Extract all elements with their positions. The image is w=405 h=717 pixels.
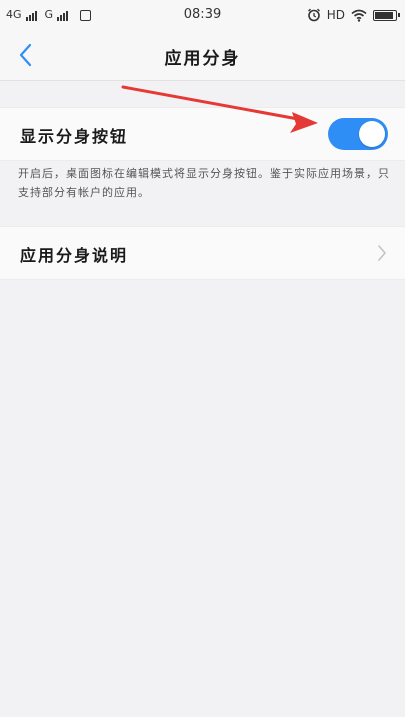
status-bar: 4G G 08:39 HD: [0, 0, 405, 30]
status-right: HD: [307, 7, 400, 23]
alarm-icon: [307, 8, 320, 22]
chevron-right-icon: [378, 245, 386, 261]
title-bar: 应用分身: [0, 30, 405, 81]
show-clone-button-label: 显示分身按钮: [20, 127, 129, 146]
page-title: 应用分身: [164, 49, 241, 69]
screen: 4G G 08:39 HD 应用分身 显示分身按钮 开启后，桌面图标在编辑模式将…: [0, 0, 405, 717]
wifi-icon: [351, 9, 367, 22]
show-clone-button-toggle[interactable]: [328, 118, 388, 150]
clone-explanation-label: 应用分身说明: [20, 246, 129, 265]
clone-explanation-row[interactable]: 应用分身说明: [0, 226, 405, 280]
battery-icon: [373, 9, 400, 21]
toggle-knob: [359, 121, 385, 147]
toggle-description: 开启后，桌面图标在编辑模式将显示分身按钮。鉴于实际应用场景，只支持部分有帐户的应…: [18, 167, 390, 199]
hd-indicator: HD: [326, 8, 345, 22]
show-clone-button-row: 显示分身按钮: [0, 107, 405, 161]
